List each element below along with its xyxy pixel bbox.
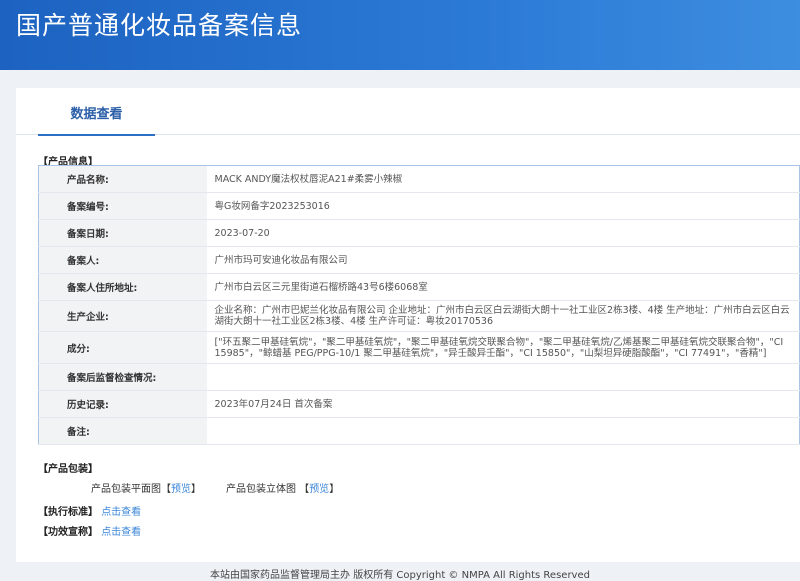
row-value — [206, 363, 800, 391]
row-label: 成分: — [38, 331, 207, 364]
row-label: 历史记录: — [38, 390, 207, 418]
row-value: MACK ANDY魔法权杖唇泥A21#柔雾小辣椒 — [206, 165, 800, 193]
table-row: 备案后监督检查情况: — [38, 363, 800, 391]
bracket: 】 — [191, 484, 201, 495]
packaging-flat-label: 产品包装平面图【 — [91, 484, 171, 495]
section-packaging: 【产品包装】 — [38, 464, 98, 475]
preview-solid-link[interactable]: 预览 — [309, 484, 329, 495]
table-row: 备案日期: 2023-07-20 — [38, 219, 800, 247]
table-row: 备案编号: 粤G妆网备字2023253016 — [38, 192, 800, 220]
tab-data-view[interactable]: 数据查看 — [38, 88, 155, 136]
packaging-flat: 产品包装平面图【预览】 — [91, 480, 201, 495]
footer: 本站由国家药品监督管理局主办 版权所有 Copyright © NMPA All… — [210, 570, 590, 581]
preview-flat-link[interactable]: 预览 — [171, 484, 191, 495]
table-row: 历史记录: 2023年07月24日 首次备案 — [38, 390, 800, 418]
row-label: 备注: — [38, 417, 207, 445]
standard-view-link[interactable]: 点击查看 — [101, 507, 141, 518]
bracket: 】 — [329, 484, 340, 495]
row-value: 广州市白云区三元里街道石榴桥路43号6楼6068室 — [206, 273, 800, 301]
row-label: 备案日期: — [38, 219, 207, 247]
row-label: 备案人住所地址: — [38, 273, 207, 301]
row-label: 备案后监督检查情况: — [38, 363, 207, 391]
efficacy-label: 【功效宣称】 — [38, 527, 98, 538]
row-label: 生产企业: — [38, 300, 207, 332]
row-value — [206, 417, 800, 445]
page-title: 国产普通化妆品备案信息 — [16, 11, 303, 40]
row-value: 粤G妆网备字2023253016 — [206, 192, 800, 220]
row-value: ["环五聚二甲基硅氧烷"，"聚二甲基硅氧烷"，"聚二甲基硅氧烷交联聚合物"，"聚… — [206, 331, 800, 364]
table-row: 备注: — [38, 417, 800, 445]
packaging-solid: 产品包装立体图 【预览】 — [226, 480, 339, 495]
row-value: 企业名称：广州市巴妮兰化妆品有限公司 企业地址：广州市白云区白云湖街大朗十一社工… — [206, 300, 800, 332]
tab-bar: 数据查看 — [16, 88, 800, 136]
row-value: 2023-07-20 — [206, 219, 800, 247]
product-info-table: 产品名称: MACK ANDY魔法权杖唇泥A21#柔雾小辣椒 备案编号: 粤G妆网备字… — [38, 165, 800, 445]
table-row: 备案人住所地址: 广州市白云区三元里街道石榴桥路43号6楼6068室 — [38, 273, 800, 301]
efficacy-view-link[interactable]: 点击查看 — [101, 527, 141, 538]
site-header: 国产普通化妆品备案信息 — [0, 0, 800, 70]
table-row: 成分: ["环五聚二甲基硅氧烷"，"聚二甲基硅氧烷"，"聚二甲基硅氧烷交联聚合物"… — [38, 331, 800, 364]
table-row: 生产企业: 企业名称：广州市巴妮兰化妆品有限公司 企业地址：广州市白云区白云湖街大… — [38, 300, 800, 332]
content-panel: 数据查看 【产品信息】 产品名称: MACK ANDY魔法权杖唇泥A21#柔雾小辣… — [16, 88, 800, 562]
table-row: 产品名称: MACK ANDY魔法权杖唇泥A21#柔雾小辣椒 — [38, 165, 800, 193]
row-value: 广州市玛可安迪化妆品有限公司 — [206, 246, 800, 274]
standard-label: 【执行标准】 — [38, 507, 98, 518]
row-value: 2023年07月24日 首次备案 — [206, 390, 800, 418]
table-row: 备案人: 广州市玛可安迪化妆品有限公司 — [38, 246, 800, 274]
row-label: 备案人: — [38, 246, 207, 274]
row-label: 产品名称: — [38, 165, 207, 193]
packaging-solid-label: 产品包装立体图 【 — [226, 484, 310, 495]
row-label: 备案编号: — [38, 192, 207, 220]
